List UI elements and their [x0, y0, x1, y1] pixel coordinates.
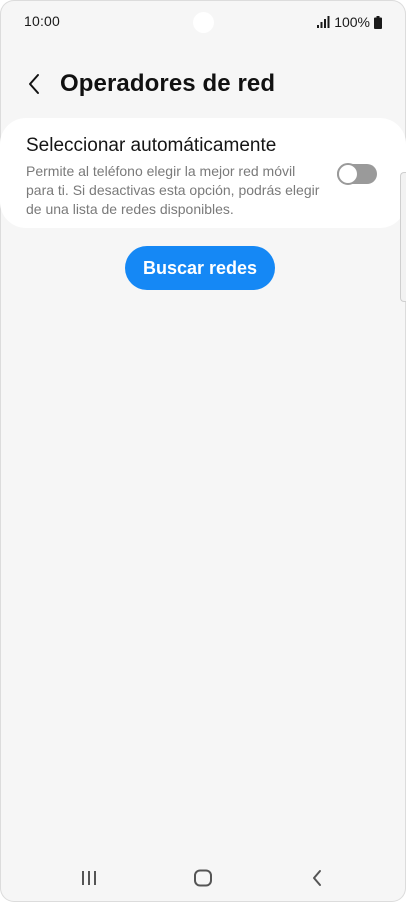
nav-back-button[interactable] — [297, 862, 337, 894]
battery-percent: 100% — [334, 14, 370, 30]
toggle-knob — [337, 163, 359, 185]
recents-button[interactable] — [69, 862, 109, 894]
auto-select-description: Permite al teléfono elegir la mejor red … — [26, 163, 320, 217]
chevron-left-icon — [29, 74, 39, 94]
search-networks-button[interactable]: Buscar redes — [125, 246, 275, 290]
back-icon — [313, 870, 321, 886]
auto-select-toggle[interactable] — [337, 163, 377, 185]
home-icon — [194, 869, 212, 887]
scrollbar[interactable] — [400, 172, 406, 302]
phone-screen: 10:00 100% Operadores de red Seleccionar… — [0, 0, 406, 902]
home-button[interactable] — [183, 862, 223, 894]
status-indicators: 100% — [317, 12, 382, 32]
app-header: Operadores de red — [0, 60, 406, 108]
status-time: 10:00 — [24, 13, 61, 29]
page-title: Operadores de red — [60, 70, 276, 97]
back-button[interactable] — [18, 68, 50, 100]
signal-icon — [317, 16, 330, 28]
battery-icon — [374, 15, 382, 29]
status-bar: 10:00 100% — [0, 0, 406, 44]
recents-icon — [82, 871, 96, 885]
front-camera — [193, 12, 214, 33]
navigation-bar — [0, 856, 406, 900]
auto-select-title: Seleccionar automáticamente — [26, 135, 277, 156]
